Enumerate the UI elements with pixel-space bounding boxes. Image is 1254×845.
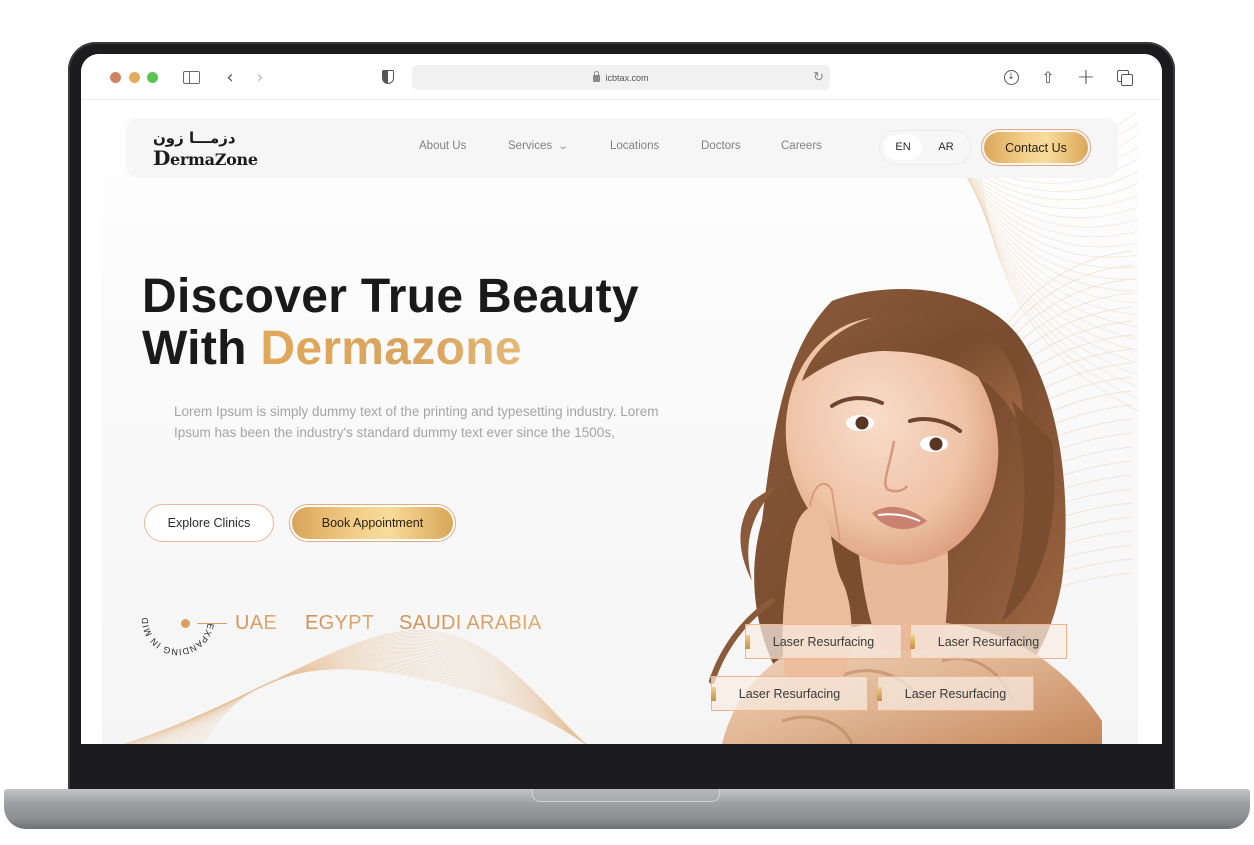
- service-tag[interactable]: Laser Resurfacing: [910, 624, 1067, 659]
- hero-title-prefix: With: [142, 322, 261, 375]
- url-text: icbtax.com: [605, 72, 649, 83]
- country-uae: UAE: [235, 612, 278, 634]
- site-navbar: دزمـــا زون DermaZone About Us Services ⌄…: [126, 118, 1118, 178]
- nav-careers[interactable]: Careers: [781, 140, 822, 152]
- lang-en-option[interactable]: EN: [884, 135, 922, 160]
- woman-portrait-image: [709, 289, 1102, 744]
- browser-toolbar: ‹ › icbtax.com ↻ ↓ ⇧ +: [81, 54, 1162, 100]
- contact-us-button[interactable]: Contact Us: [981, 129, 1091, 166]
- hero-title-brand: Dermazone: [260, 322, 522, 375]
- sidebar-toggle-icon[interactable]: [181, 66, 201, 88]
- nav-doctors[interactable]: Doctors: [701, 140, 741, 152]
- share-icon[interactable]: ⇧: [1038, 66, 1058, 88]
- service-tag[interactable]: Laser Resurfacing: [711, 676, 868, 711]
- chevron-left-icon[interactable]: ‹: [221, 66, 239, 88]
- country-egypt: EGYPT: [305, 612, 375, 634]
- hero-description: Lorem Ipsum is simply dummy text of the …: [174, 404, 659, 440]
- nav-services[interactable]: Services ⌄: [508, 140, 570, 152]
- svg-text:EXPANDING IN MIDDLE EAST: EXPANDING IN MIDDLE EAST: [138, 579, 216, 657]
- address-bar[interactable]: icbtax.com ↻: [412, 65, 830, 90]
- minimize-window-button[interactable]: [129, 72, 140, 83]
- tag-marker: [745, 635, 750, 649]
- badge-dot: [181, 619, 190, 628]
- service-tag[interactable]: Laser Resurfacing: [877, 676, 1034, 711]
- hero-title-line1: Discover True Beauty: [142, 270, 639, 323]
- web-page: دزمـــا زون DermaZone About Us Services ⌄…: [102, 101, 1138, 744]
- service-tag[interactable]: Laser Resurfacing: [745, 624, 902, 659]
- expanding-badge: EXPANDING IN MIDDLE EAST: [138, 579, 216, 657]
- tag-marker: [711, 687, 716, 701]
- chevron-right-icon[interactable]: ›: [251, 66, 269, 88]
- nav-about-us[interactable]: About Us: [419, 140, 466, 152]
- chevron-down-icon: ⌄: [557, 141, 570, 152]
- language-toggle: EN AR: [879, 130, 971, 165]
- dermazone-logo[interactable]: دزمـــا زون DermaZone: [153, 129, 273, 170]
- tag-marker: [877, 687, 882, 701]
- lang-ar-option[interactable]: AR: [927, 135, 965, 160]
- maximize-window-button[interactable]: [147, 72, 158, 83]
- close-window-button[interactable]: [110, 72, 121, 83]
- lock-icon: [593, 71, 601, 82]
- country-saudi-arabia: SAUDI ARABIA: [399, 612, 542, 634]
- hero-title: Discover True Beauty With Dermazone: [142, 271, 639, 375]
- logo-arabic: دزمـــا زون: [153, 129, 236, 147]
- laptop-notch: [532, 789, 720, 802]
- laptop-screen: ‹ › icbtax.com ↻ ↓ ⇧ + دزمـــا زون Derma…: [81, 54, 1162, 744]
- download-icon[interactable]: ↓: [1001, 66, 1021, 88]
- tab-overview-icon[interactable]: [1114, 66, 1134, 88]
- plus-icon[interactable]: +: [1076, 65, 1096, 90]
- explore-clinics-button[interactable]: Explore Clinics: [144, 504, 274, 542]
- tag-marker: [910, 635, 915, 649]
- book-appointment-button[interactable]: Book Appointment: [289, 504, 456, 542]
- shield-icon[interactable]: [379, 66, 397, 88]
- reload-icon[interactable]: ↻: [813, 69, 824, 85]
- nav-locations[interactable]: Locations: [610, 140, 659, 152]
- badge-connector-line: [197, 623, 227, 624]
- logo-english: DermaZone: [153, 146, 258, 170]
